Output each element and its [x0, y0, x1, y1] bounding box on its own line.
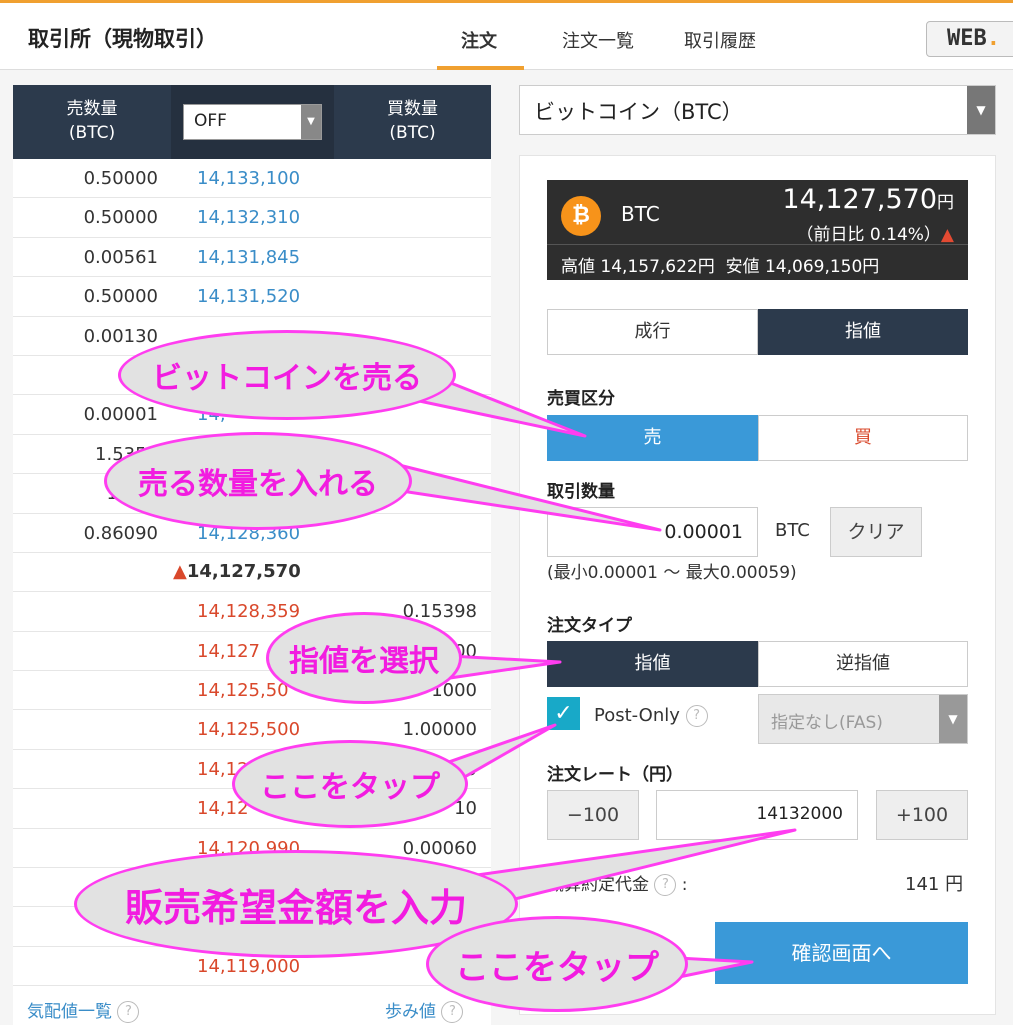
annotation-sell: ビットコインを売る	[118, 330, 456, 420]
annotation-tap2: ここをタップ	[426, 916, 688, 1012]
annotation-qty: 売る数量を入れる	[104, 432, 412, 530]
pointer-limit	[448, 654, 562, 680]
pointer-qty	[393, 462, 662, 532]
pointer-price	[468, 828, 797, 912]
annotation-limit: 指値を選択	[266, 612, 462, 704]
annotation-tap1: ここをタップ	[232, 740, 468, 828]
